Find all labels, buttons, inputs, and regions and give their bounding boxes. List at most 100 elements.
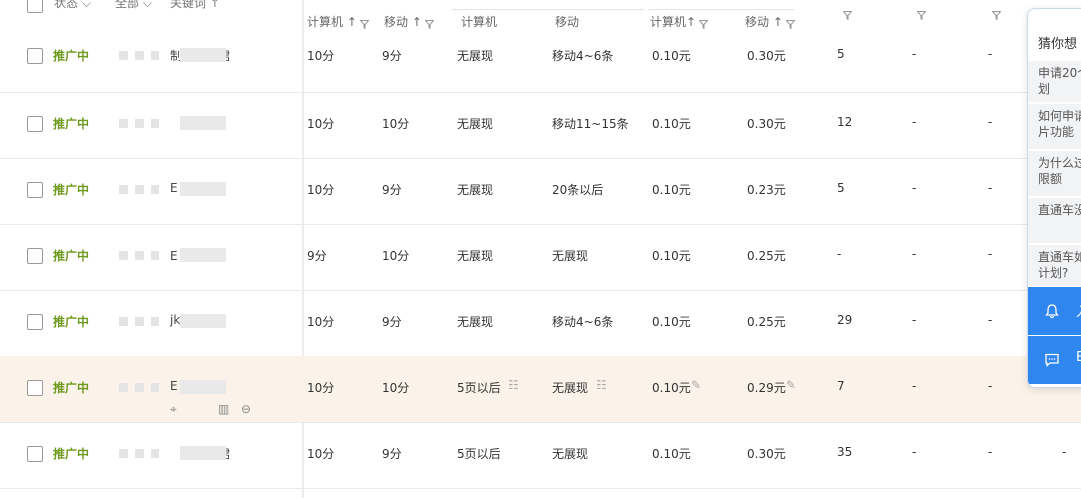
redacted-block [180, 380, 226, 394]
cell-pc-bid: 0.10元 [652, 447, 691, 461]
redacted-block [180, 446, 226, 460]
sort-up-icon: ↑ [209, 0, 220, 10]
redacted-block [119, 51, 128, 60]
assistant-chat-button[interactable]: E [1028, 336, 1081, 384]
keyword-text[interactable]: jk [170, 313, 180, 327]
cell-mobile-score: 10分 [382, 117, 410, 131]
more-icon[interactable]: ⊖ [241, 402, 251, 416]
redacted-block [180, 48, 226, 62]
bar-chart-icon[interactable]: ▥ [218, 402, 229, 416]
row-checkbox[interactable] [27, 182, 43, 198]
redacted-block [135, 449, 144, 458]
cell-pc-rank: 无展现 [457, 117, 494, 131]
keyword-sort[interactable]: 关键词 ↑ [170, 0, 220, 11]
edit-icon[interactable]: ✎ [691, 378, 701, 392]
cell-pc-bid: 0.10元 [652, 49, 691, 63]
redacted-block [151, 317, 159, 326]
assistant-question[interactable]: 申请20个划 [1028, 61, 1081, 103]
filter-icon[interactable] [842, 9, 853, 23]
cell-pc-rank: 无展现 [457, 49, 494, 63]
cell-c1: 12 [837, 115, 853, 129]
filter-icon[interactable] [991, 9, 1002, 23]
target-icon[interactable]: ⌖ [170, 402, 177, 417]
cell-mobile-rank: 移动4~6条 [552, 315, 614, 329]
row-checkbox[interactable] [27, 446, 43, 462]
scope-filter[interactable]: 全部 ⌵ [115, 0, 152, 11]
table-row[interactable]: 推广中E 连衣裙9分10分无展现无展现0.10元0.25元--- [0, 224, 1081, 291]
cell-mobile-rank: 无展现 [552, 381, 589, 395]
cell-mobile-bid: 0.30元 [747, 49, 786, 63]
cell-mobile-score: 9分 [382, 447, 402, 461]
row-checkbox[interactable] [27, 380, 43, 396]
cell-mobile-score: 9分 [382, 183, 402, 197]
cell-mobile-bid: 0.25元 [747, 249, 786, 263]
scope-header-label: 全部 [115, 0, 140, 10]
status-label: 推广中 [53, 381, 90, 395]
header-group-line [452, 9, 644, 10]
assistant-question[interactable]: 如何申请图片功能 [1028, 104, 1081, 150]
cell-mobile-score: 9分 [382, 49, 402, 63]
redacted-block [180, 116, 226, 130]
cell-c2: - [912, 313, 917, 327]
redacted-block [135, 51, 144, 60]
cell-c3: - [988, 379, 993, 393]
cell-mobile-score: 10分 [382, 249, 410, 263]
redacted-block [151, 119, 159, 128]
cell-c3: - [988, 247, 993, 261]
cell-c3: - [988, 115, 993, 129]
row-checkbox[interactable] [27, 248, 43, 264]
redacted-block [180, 182, 226, 196]
row-checkbox[interactable] [27, 314, 43, 330]
table-row[interactable]: 推广中 衣裙10分10分无展现移动11~15条0.10元0.30元12-- [0, 92, 1081, 159]
cell-pc-rank: 无展现 [457, 249, 494, 263]
cell-mobile-rank: 移动11~15条 [552, 117, 629, 131]
table-row[interactable]: 推广中制 裙10分9分无展现移动4~6条0.10元0.30元5-- [0, 24, 1081, 93]
redacted-block [151, 185, 159, 194]
cell-c3: - [988, 47, 993, 61]
cell-mobile-score: 10分 [382, 381, 410, 395]
cell-c2: - [912, 379, 917, 393]
cell-mobile-bid: 0.29元 [747, 381, 786, 395]
cell-pc-score: 10分 [307, 381, 335, 395]
cell-mobile-rank: 无展现 [552, 447, 589, 461]
detail-list-icon[interactable]: ☷ [596, 378, 607, 392]
cell-mobile-bid: 0.23元 [747, 183, 786, 197]
assistant-notify-label: 入 [1076, 301, 1081, 320]
row-checkbox[interactable] [27, 116, 43, 132]
table-row[interactable]: 推广中E10分10分5页以后无展现0.10元0.29元7---⌖▥⊖☷☷✎✎ [0, 356, 1081, 423]
chevron-down-icon: ⌵ [81, 0, 91, 10]
assistant-question[interactable]: 为什么过日限额 [1028, 151, 1081, 197]
status-filter[interactable]: 状态 ⌵ [54, 0, 91, 11]
redacted-block [151, 251, 159, 260]
table-row[interactable]: 推广中 jk 10分 9分 无展现 移动4~6条 0.10元 0.25元 29 - - [0, 290, 1081, 357]
redacted-block [151, 383, 159, 392]
bell-icon [1045, 304, 1059, 319]
redacted-block [119, 251, 128, 260]
assistant-notify-button[interactable]: 入 [1028, 287, 1081, 335]
redacted-block [151, 51, 159, 60]
redacted-block [135, 251, 144, 260]
table-row[interactable]: 推广中 E 10分 9分 无展现 20条以后 0.10元 0.23元 5 - - [0, 158, 1081, 225]
row-checkbox[interactable] [27, 48, 43, 64]
table-row[interactable]: 推广中 连衣裙10分9分5页以后无展现0.10元0.30元35--- [0, 422, 1081, 489]
keyword-text[interactable]: E [170, 181, 178, 195]
keyword-text[interactable]: E [170, 379, 178, 393]
cell-c1: 5 [837, 181, 845, 195]
cell-c2: - [912, 181, 917, 195]
cell-pc-bid: 0.10元 [652, 249, 691, 263]
cell-c2: - [912, 247, 917, 261]
redacted-block [119, 317, 128, 326]
assistant-question[interactable]: 直通车如广计划? [1028, 245, 1081, 287]
filter-icon[interactable] [916, 9, 927, 23]
detail-list-icon[interactable]: ☷ [508, 378, 519, 392]
cell-c4: - [1062, 445, 1067, 459]
redacted-block [180, 248, 226, 262]
status-label: 推广中 [53, 117, 90, 131]
keyword-header-label: 关键词 [170, 0, 207, 10]
assistant-question[interactable]: 直通车没广 [1028, 198, 1081, 244]
cell-c3: - [988, 313, 993, 327]
edit-icon[interactable]: ✎ [786, 378, 796, 392]
cell-pc-score: 9分 [307, 249, 327, 263]
select-all-checkbox[interactable] [27, 0, 43, 13]
cell-mobile-bid: 0.25元 [747, 315, 786, 329]
